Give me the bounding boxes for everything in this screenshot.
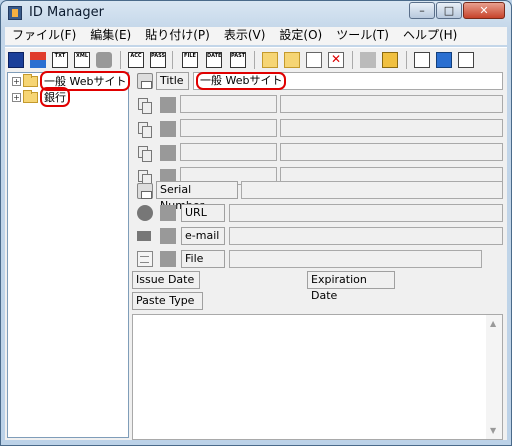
expiration-date-button[interactable]: Expiration Date bbox=[307, 271, 395, 302]
menu-bar: ファイル(F) 編集(E) 貼り付け(P) 表示(V) 設定(O) ツール(T)… bbox=[5, 27, 507, 45]
paste-icon[interactable]: PASTE bbox=[230, 52, 246, 68]
export-txt-icon[interactable]: TXT bbox=[52, 52, 68, 68]
toolbar-separator bbox=[352, 51, 353, 69]
menu-tools[interactable]: ツール(T) bbox=[329, 27, 396, 45]
folder-icon bbox=[23, 89, 38, 103]
category-tree[interactable]: + 一般 Webサイト + 銀行 bbox=[7, 71, 131, 438]
memo-scrollbar[interactable]: ▲ ▼ bbox=[486, 315, 502, 439]
title-value: 一般 Webサイト bbox=[196, 72, 287, 90]
title-icon bbox=[137, 73, 153, 89]
paste-type-button[interactable]: Paste Type bbox=[132, 292, 203, 310]
issue-date-button[interactable]: Issue Date bbox=[132, 271, 200, 289]
scroll-up-icon[interactable]: ▲ bbox=[490, 319, 496, 328]
menu-help[interactable]: ヘルプ(H) bbox=[396, 27, 464, 45]
memo-textarea[interactable]: ▲ ▼ bbox=[132, 314, 503, 440]
id-note-field[interactable] bbox=[280, 95, 503, 113]
globe-icon bbox=[137, 205, 153, 221]
copy-icon[interactable] bbox=[137, 121, 153, 138]
note-icon bbox=[137, 251, 153, 267]
id-icon bbox=[160, 97, 176, 113]
window-icon[interactable] bbox=[436, 52, 452, 68]
password-field[interactable] bbox=[180, 119, 277, 137]
email-copy-icon[interactable] bbox=[160, 228, 176, 244]
tree-item-general-web[interactable]: + 一般 Webサイト bbox=[12, 71, 131, 91]
password-note-field[interactable] bbox=[280, 119, 503, 137]
url-field[interactable] bbox=[229, 204, 503, 222]
export-xml-icon[interactable]: XML bbox=[74, 52, 90, 68]
expand-icon[interactable]: + bbox=[12, 92, 21, 102]
file-field[interactable] bbox=[229, 250, 482, 268]
tree-item-bank[interactable]: + 銀行 bbox=[12, 87, 70, 107]
caption-buttons: – □ ✕ bbox=[408, 2, 505, 19]
delete-icon[interactable]: ✕ bbox=[328, 52, 344, 68]
copy-account-icon[interactable]: ACC bbox=[128, 52, 144, 68]
new-folder-icon[interactable] bbox=[262, 52, 278, 68]
copy-password-icon[interactable]: PASS bbox=[150, 52, 166, 68]
new-subfolder-icon[interactable] bbox=[284, 52, 300, 68]
serial-number-label: Serial Number bbox=[156, 181, 238, 212]
file-icon[interactable]: FILE bbox=[182, 52, 198, 68]
toolbar-separator bbox=[120, 51, 121, 69]
new-item-icon[interactable] bbox=[306, 52, 322, 68]
title-label: Title bbox=[156, 72, 189, 90]
extra-field-3[interactable] bbox=[180, 143, 277, 161]
app-window: ID Manager – □ ✕ ファイル(F) 編集(E) 貼り付け(P) 表… bbox=[0, 0, 512, 446]
copy-icon[interactable] bbox=[137, 145, 153, 162]
lock-disabled-icon[interactable] bbox=[360, 52, 376, 68]
snapshot-icon[interactable] bbox=[458, 52, 474, 68]
app-icon bbox=[8, 6, 22, 20]
settings-icon[interactable] bbox=[414, 52, 430, 68]
main-area: + 一般 Webサイト + 銀行 Title 一般 Webサイト Serial … bbox=[5, 71, 507, 440]
email-field[interactable] bbox=[229, 227, 503, 245]
toolbar-separator bbox=[172, 51, 173, 69]
file-label: File bbox=[181, 250, 225, 268]
mail-icon bbox=[137, 231, 151, 241]
password-icon bbox=[160, 121, 176, 137]
file-open-icon[interactable] bbox=[160, 251, 176, 267]
date-icon[interactable]: DATE bbox=[206, 52, 222, 68]
id-field[interactable] bbox=[180, 95, 277, 113]
title-field[interactable]: 一般 Webサイト bbox=[193, 72, 503, 90]
menu-view[interactable]: 表示(V) bbox=[217, 27, 273, 45]
window-title: ID Manager bbox=[29, 5, 104, 20]
toolbar-separator bbox=[254, 51, 255, 69]
menu-paste[interactable]: 貼り付け(P) bbox=[138, 27, 217, 45]
maximize-button[interactable]: □ bbox=[436, 2, 462, 19]
folder-icon bbox=[23, 73, 38, 87]
close-button[interactable]: ✕ bbox=[463, 2, 505, 19]
key-icon[interactable] bbox=[382, 52, 398, 68]
email-label: e-mail bbox=[181, 227, 225, 245]
print-icon[interactable] bbox=[96, 52, 112, 68]
copy-icon[interactable] bbox=[137, 97, 153, 114]
tree-item-label: 銀行 bbox=[40, 87, 70, 107]
menu-file[interactable]: ファイル(F) bbox=[5, 27, 83, 45]
expand-icon[interactable]: + bbox=[12, 76, 21, 86]
ftp-icon[interactable] bbox=[30, 52, 46, 68]
extra-note-field-3[interactable] bbox=[280, 143, 503, 161]
field3-icon bbox=[160, 145, 176, 161]
menu-settings[interactable]: 設定(O) bbox=[272, 27, 329, 45]
menu-edit[interactable]: 編集(E) bbox=[83, 27, 138, 45]
url-label: URL bbox=[181, 204, 225, 222]
serial-number-field[interactable] bbox=[241, 181, 503, 199]
scroll-down-icon[interactable]: ▼ bbox=[490, 426, 496, 435]
serial-icon bbox=[137, 183, 153, 199]
toolbar-separator bbox=[406, 51, 407, 69]
title-bar[interactable]: ID Manager – □ ✕ bbox=[1, 1, 511, 27]
toolbar: TXT XML ACC PASS FILE DATE PASTE ✕ bbox=[5, 47, 507, 73]
url-copy-icon[interactable] bbox=[160, 205, 176, 221]
save-icon[interactable] bbox=[8, 52, 24, 68]
minimize-button[interactable]: – bbox=[409, 2, 435, 19]
